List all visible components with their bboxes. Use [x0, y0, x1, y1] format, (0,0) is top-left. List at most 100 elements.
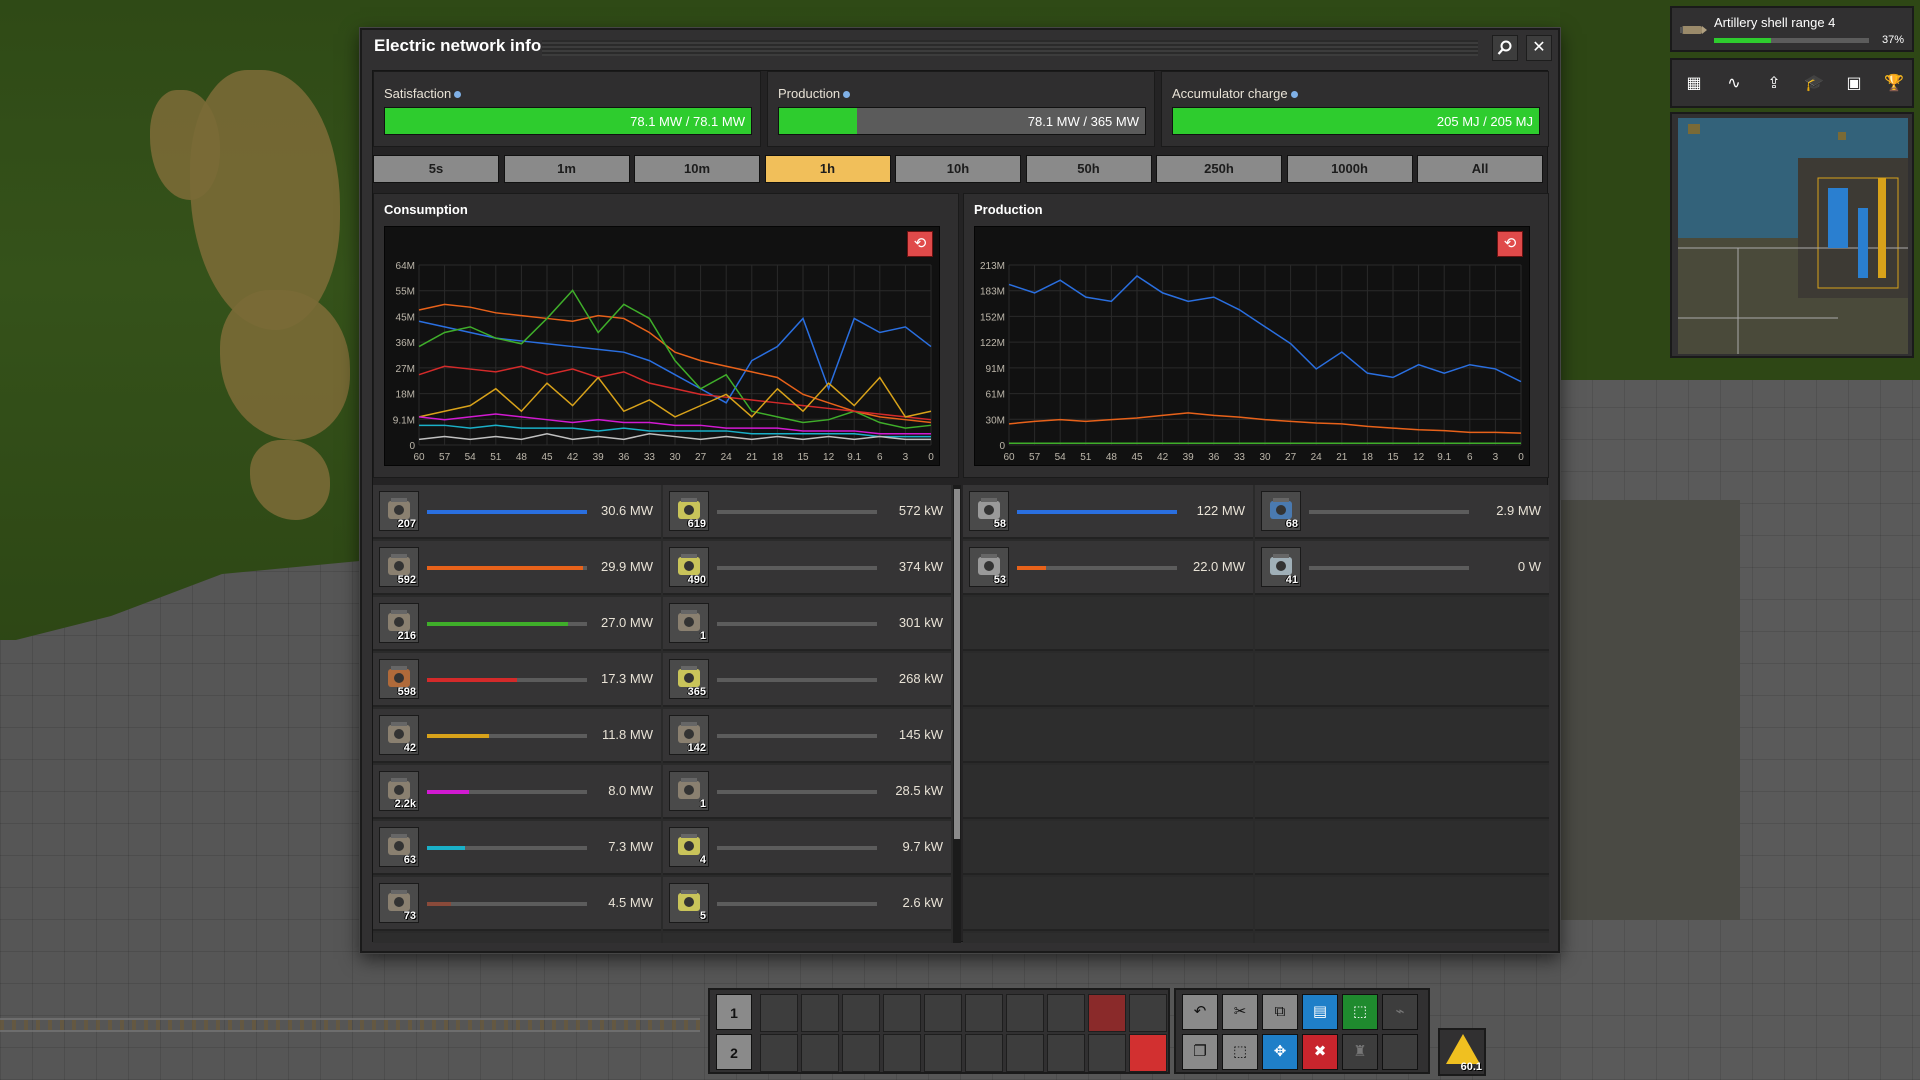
- quickbar-row-1-button[interactable]: 1: [716, 994, 752, 1030]
- empty-list-item: [963, 653, 1253, 707]
- quickbar-slot[interactable]: [924, 1034, 962, 1072]
- quickbar-slot[interactable]: [883, 1034, 921, 1072]
- y-tick-label: 30M: [986, 415, 1005, 426]
- spidertron-remote-button[interactable]: ⌁: [1382, 994, 1418, 1030]
- consumption-scrollbar[interactable]: [953, 485, 961, 943]
- drag-handle[interactable]: [542, 40, 1478, 56]
- info-icon[interactable]: [1290, 91, 1298, 99]
- new-blueprint-button[interactable]: ⬚: [1342, 994, 1378, 1030]
- entity-icon-box: 4: [669, 827, 709, 867]
- time-button-1h[interactable]: 1h: [764, 155, 891, 183]
- alerts-button[interactable]: 60.1: [1438, 1028, 1486, 1076]
- list-item[interactable]: 41 0 W: [1255, 541, 1549, 595]
- time-button-5s[interactable]: 5s: [373, 155, 499, 183]
- info-icon[interactable]: [843, 91, 851, 99]
- close-button[interactable]: ✕: [1526, 35, 1552, 61]
- quickbar-slot[interactable]: [801, 1034, 839, 1072]
- quickbar-slot[interactable]: [1129, 994, 1167, 1032]
- stats-button[interactable]: ∿: [1720, 70, 1748, 98]
- stats-row: Satisfaction 78.1 MW / 78.1 MW Productio…: [373, 71, 1549, 147]
- quickbar-slot[interactable]: [842, 1034, 880, 1072]
- map-button[interactable]: ▦: [1680, 70, 1708, 98]
- time-button-10h[interactable]: 10h: [895, 155, 1021, 183]
- achievements-button[interactable]: 🏆: [1880, 70, 1908, 98]
- list-item[interactable]: 58 122 MW: [963, 485, 1253, 539]
- copy-button[interactable]: ⧉: [1262, 994, 1298, 1030]
- train-button[interactable]: ▣: [1840, 70, 1868, 98]
- time-button-10m[interactable]: 10m: [634, 155, 760, 183]
- quickbar-slot[interactable]: [924, 994, 962, 1032]
- time-button-all[interactable]: All: [1417, 155, 1543, 183]
- consumption-list[interactable]: 207 30.6 MW 619 572 kW 592 29.9 MW 490 374 kW 21…: [373, 485, 961, 943]
- empty-shortcut-slot[interactable]: [1382, 1034, 1418, 1070]
- toggle-personal-roboport-button[interactable]: ♜: [1342, 1034, 1378, 1070]
- upgrade-planner-button[interactable]: ✥: [1262, 1034, 1298, 1070]
- select-button[interactable]: ⬚: [1222, 1034, 1258, 1070]
- blueprint-book-button[interactable]: ▤: [1302, 994, 1338, 1030]
- list-item[interactable]: 592 29.9 MW: [373, 541, 661, 595]
- search-button[interactable]: [1492, 35, 1518, 61]
- list-item[interactable]: 207 30.6 MW: [373, 485, 661, 539]
- paste-button[interactable]: ❐: [1182, 1034, 1218, 1070]
- power-bar-fill: [427, 510, 587, 514]
- list-item[interactable]: 1 301 kW: [663, 597, 951, 651]
- quickbar-slot[interactable]: [760, 1034, 798, 1072]
- list-item[interactable]: 1 28.5 kW: [663, 765, 951, 819]
- list-item[interactable]: 73 4.5 MW: [373, 877, 661, 931]
- list-item[interactable]: 5 2.6 kW: [663, 877, 951, 931]
- quickbar-slot[interactable]: [883, 994, 921, 1032]
- list-item[interactable]: 4 9.7 kW: [663, 821, 951, 875]
- power-bar: [717, 678, 877, 682]
- list-item[interactable]: 68 2.9 MW: [1255, 485, 1549, 539]
- entity-count: 619: [687, 518, 706, 530]
- reset-zoom-button[interactable]: ⟲: [907, 231, 933, 257]
- quickbar-slot[interactable]: [965, 1034, 1003, 1072]
- cut-button[interactable]: ✂: [1222, 994, 1258, 1030]
- factory-buildings[interactable]: [1560, 500, 1740, 920]
- list-item[interactable]: 53 22.0 MW: [963, 541, 1253, 595]
- x-tick-label: 60: [413, 452, 425, 463]
- time-button-1m[interactable]: 1m: [503, 155, 630, 183]
- list-item[interactable]: 63 7.3 MW: [373, 821, 661, 875]
- research-button[interactable]: 🎓: [1800, 70, 1828, 98]
- list-item[interactable]: 142 145 kW: [663, 709, 951, 763]
- power-bar: [427, 622, 587, 626]
- quickbar-row-2-button[interactable]: 2: [716, 1034, 752, 1070]
- scroll-thumb[interactable]: [954, 489, 960, 839]
- quickbar-slot[interactable]: [1129, 1034, 1167, 1072]
- quickbar-slot[interactable]: [1047, 1034, 1085, 1072]
- time-button-250h[interactable]: 250h: [1156, 155, 1282, 183]
- x-tick-label: 33: [644, 452, 656, 463]
- production-list[interactable]: 58 122 MW 68 2.9 MW 53 22.0 MW 41 0 W: [963, 485, 1549, 943]
- time-button-50h[interactable]: 50h: [1025, 155, 1152, 183]
- minimap-view[interactable]: [1678, 118, 1908, 354]
- quickbar-slot[interactable]: [1088, 994, 1126, 1032]
- time-button-1000h[interactable]: 1000h: [1286, 155, 1413, 183]
- info-icon[interactable]: [454, 91, 462, 99]
- tech-button[interactable]: ⇪: [1760, 70, 1788, 98]
- list-item[interactable]: 365 268 kW: [663, 653, 951, 707]
- list-item[interactable]: 2.2k 8.0 MW: [373, 765, 661, 819]
- list-item[interactable]: 598 17.3 MW: [373, 653, 661, 707]
- list-item[interactable]: 619 572 kW: [663, 485, 951, 539]
- quickbar-slot[interactable]: [965, 994, 1003, 1032]
- list-item[interactable]: 42 11.8 MW: [373, 709, 661, 763]
- list-item[interactable]: 490 374 kW: [663, 541, 951, 595]
- quickbar-slot[interactable]: [1006, 1034, 1044, 1072]
- x-tick-label: 54: [465, 452, 477, 463]
- quickbar-slot[interactable]: [842, 994, 880, 1032]
- deconstruction-planner-button[interactable]: ✖: [1302, 1034, 1338, 1070]
- reset-zoom-button[interactable]: ⟲: [1497, 231, 1523, 257]
- list-item[interactable]: 216 27.0 MW: [373, 597, 661, 651]
- window-titlebar[interactable]: Electric network info ✕: [362, 30, 1558, 64]
- quickbar-slot[interactable]: [1047, 994, 1085, 1032]
- quickbar-slot[interactable]: [1006, 994, 1044, 1032]
- production-chart[interactable]: ⟲ 60 57 54 51 48 45 42 39 36 33 30 27 24 21 18 15 12 9.1 6…: [974, 226, 1530, 466]
- quickbar-slot[interactable]: [801, 994, 839, 1032]
- quickbar-slot[interactable]: [760, 994, 798, 1032]
- minimap[interactable]: [1670, 112, 1914, 358]
- research-progress[interactable]: Artillery shell range 4 37%: [1670, 6, 1914, 52]
- undo-button[interactable]: ↶: [1182, 994, 1218, 1030]
- consumption-chart[interactable]: ⟲ 60 57 54 51 48 45 42 39 36 33 30 27 24 21 18 15 12 9.1 6…: [384, 226, 940, 466]
- quickbar-slot[interactable]: [1088, 1034, 1126, 1072]
